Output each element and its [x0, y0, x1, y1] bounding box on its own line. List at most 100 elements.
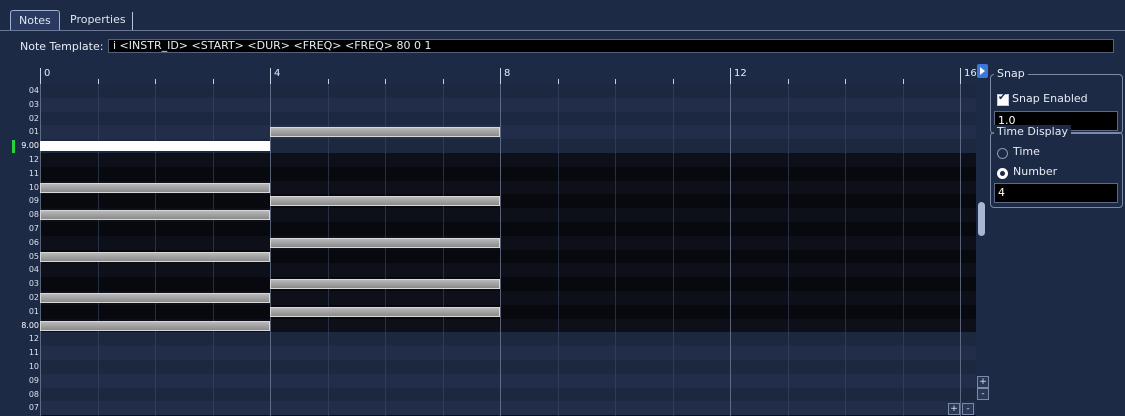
pitch-row-label: 08: [28, 210, 39, 220]
beat-gridline: [500, 84, 501, 416]
beat-gridline: [40, 84, 41, 416]
grid-row[interactable]: [40, 111, 976, 126]
grid-row[interactable]: [40, 263, 976, 278]
tab-properties[interactable]: Properties: [62, 10, 134, 30]
time-ruler[interactable]: 0 4 8 12 16: [40, 62, 977, 84]
tab-notes[interactable]: Notes: [10, 10, 60, 31]
grid-row[interactable]: [40, 235, 976, 250]
number-radio[interactable]: [997, 168, 1008, 179]
ruler-tick: [270, 68, 271, 84]
grid-row[interactable]: [40, 166, 976, 181]
ruler-tick: [500, 68, 501, 84]
snap-title: Snap: [994, 67, 1028, 80]
pitch-row-label: 9.00: [21, 141, 39, 151]
beat-gridline: [787, 84, 789, 416]
beat-gridline: [730, 84, 731, 416]
note[interactable]: [40, 251, 270, 262]
ruler-label: 8: [504, 68, 511, 79]
time-radio-label[interactable]: Time: [1013, 145, 1040, 158]
grid-row[interactable]: [40, 373, 976, 388]
grid-row[interactable]: [40, 304, 976, 319]
pitch-row-label: 11: [28, 168, 39, 178]
pitch-row-label: 11: [28, 348, 39, 358]
ruler-tick: [730, 68, 731, 84]
pitch-row-label: 12: [28, 155, 39, 164]
pitch-row-label: 03: [28, 99, 39, 109]
ruler-label: 16: [964, 68, 977, 79]
grid-row[interactable]: [40, 222, 976, 236]
grid-row[interactable]: [40, 97, 976, 112]
pitch-row-label: 02: [28, 293, 39, 302]
time-display-value-field[interactable]: 4: [994, 183, 1118, 203]
vertical-zoom-in-button[interactable]: +: [977, 376, 989, 388]
scroll-thumb[interactable]: [978, 202, 985, 236]
beat-gridline: [97, 84, 99, 416]
note[interactable]: [40, 320, 270, 331]
pitch-row-label: 8.00: [21, 320, 39, 330]
beat-gridline: [155, 84, 156, 416]
snap-enabled-checkbox[interactable]: [997, 92, 1009, 106]
pitch-row-label: 07: [28, 403, 39, 413]
grid-row[interactable]: [40, 277, 976, 291]
ruler-label: 12: [734, 68, 747, 79]
horizontal-zoom-out-button[interactable]: -: [962, 403, 974, 415]
pitch-row-label: 06: [28, 237, 39, 247]
pitch-row-label: 10: [28, 182, 39, 192]
piano-roll-editor: 0 4 8 12 16 04 03 02 01 9.00 12 11 10 09 08 07 06 05 04 03…: [0, 62, 990, 416]
beat-gridline: [902, 84, 904, 416]
note-grid[interactable]: [40, 84, 976, 416]
beat-gridline: [672, 84, 674, 416]
pitch-row-label: 02: [28, 113, 39, 123]
note-template-input[interactable]: [108, 39, 1114, 53]
pitch-row-label: 03: [28, 279, 39, 289]
grid-row[interactable]: [40, 332, 976, 347]
note[interactable]: [40, 210, 270, 221]
grid-row[interactable]: [40, 360, 976, 374]
pitch-row-label: 09: [28, 196, 39, 206]
note[interactable]: [270, 237, 500, 248]
tab-divider: [132, 12, 133, 30]
pitch-row-label: 05: [28, 251, 39, 261]
pitch-row-label: 10: [28, 362, 39, 371]
ruler-tick: [40, 68, 41, 84]
grid-row[interactable]: [40, 387, 976, 402]
horizontal-zoom-in-button[interactable]: +: [948, 403, 960, 415]
grid-row[interactable]: [40, 153, 976, 167]
ruler-label: 0: [44, 68, 51, 79]
number-radio-label[interactable]: Number: [1013, 165, 1057, 178]
ruler-label: 4: [274, 68, 281, 79]
time-display-group: Time Display Time Number 4: [990, 125, 1123, 208]
time-display-title: Time Display: [994, 125, 1071, 138]
beat-gridline: [615, 84, 616, 416]
grid-row[interactable]: [40, 84, 976, 98]
tab-underline: [0, 30, 1125, 31]
vertical-scrollbar[interactable]: + -: [976, 62, 990, 416]
note-selected[interactable]: [40, 141, 270, 152]
note[interactable]: [40, 182, 270, 193]
tab-bar: Notes Properties: [0, 0, 1125, 32]
note[interactable]: [270, 127, 500, 138]
beat-gridline: [960, 84, 961, 416]
ruler-tick: [960, 68, 961, 84]
grid-row[interactable]: [40, 194, 976, 209]
note[interactable]: [270, 279, 500, 290]
pitch-gutter: 04 03 02 01 9.00 12 11 10 09 08 07 06 05 04 03 02 01 8.00…: [0, 84, 40, 416]
pitch-row-label: 04: [28, 265, 39, 275]
grid-row[interactable]: [40, 401, 976, 416]
scroll-toggle-icon[interactable]: [977, 64, 988, 78]
pitch-row-label: 09: [28, 375, 39, 385]
pitch-row-label: 07: [28, 224, 39, 233]
grid-row[interactable]: [40, 125, 976, 140]
time-radio[interactable]: [997, 148, 1008, 159]
vertical-zoom-out-button[interactable]: -: [977, 388, 989, 400]
pitch-row-label: 04: [28, 86, 39, 95]
beat-gridline: [212, 84, 214, 416]
note[interactable]: [270, 306, 500, 317]
note[interactable]: [40, 293, 270, 303]
snap-enabled-label[interactable]: Snap Enabled: [1012, 92, 1088, 105]
pitch-row-label: 08: [28, 389, 39, 399]
current-row-marker: [12, 140, 15, 153]
grid-row[interactable]: [40, 346, 976, 360]
note[interactable]: [270, 196, 500, 207]
pitch-row-label: 01: [28, 306, 39, 316]
